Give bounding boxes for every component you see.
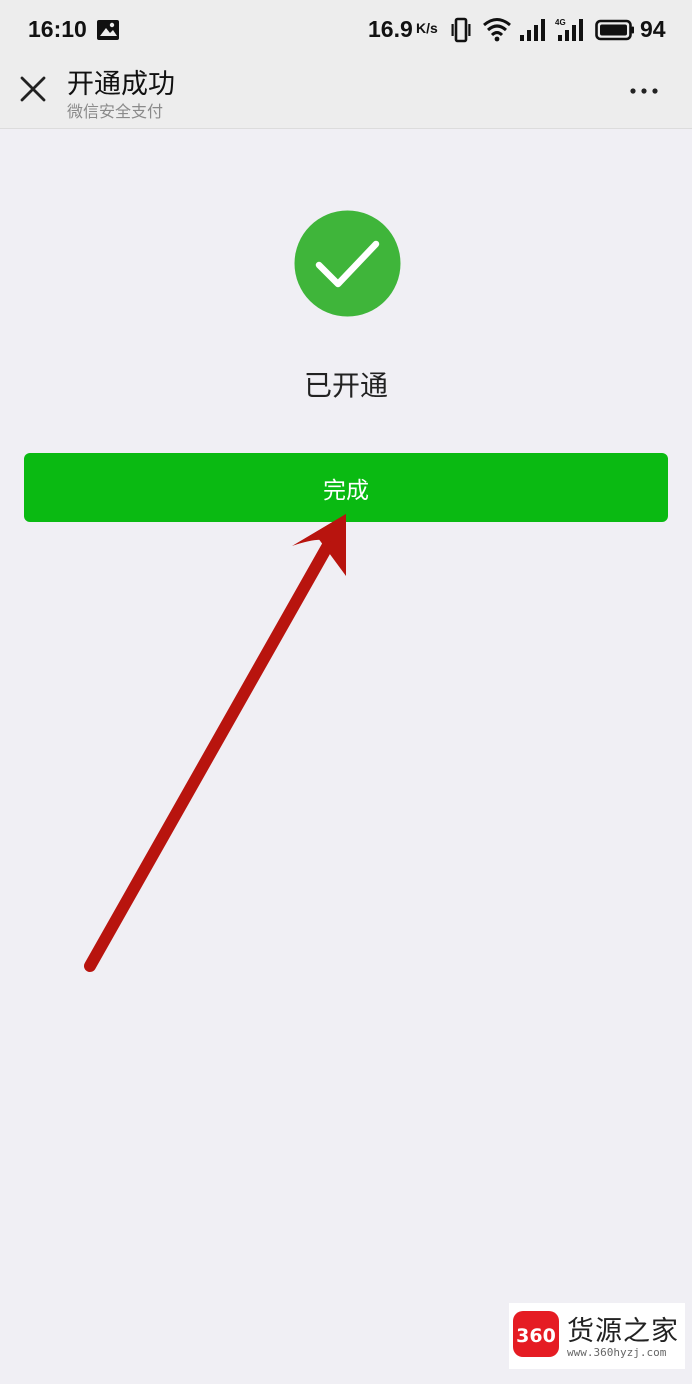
page-subtitle: 微信安全支付 [67, 102, 164, 121]
more-icon[interactable] [622, 76, 666, 106]
svg-text:4G: 4G [555, 18, 566, 27]
status-time: 16:10 [28, 16, 87, 42]
page-title: 开通成功 [67, 69, 175, 100]
360-logo: 360 [513, 1311, 559, 1357]
vibrate-icon [451, 17, 471, 43]
status-net-speed-unit: K/s [416, 20, 438, 36]
annotation-arrow [84, 514, 346, 972]
watermark-brand: 货源之家 [567, 1316, 679, 1347]
title-bar: 开通成功 微信安全支付 [0, 60, 692, 129]
signal-4g-icon: 4G [555, 18, 583, 41]
check-circle-icon [294, 210, 401, 317]
close-icon[interactable] [14, 70, 52, 108]
signal-icon [520, 19, 545, 41]
close-button[interactable] [14, 70, 52, 108]
status-battery-level: 94 [640, 16, 666, 42]
status-net-speed: 16.9 [368, 16, 413, 42]
status-bar: 16:10 16.9 K/s 4G 94 [0, 0, 692, 60]
more-button[interactable] [622, 76, 666, 106]
watermark: 360 货源之家 www.360hyzj.com [509, 1303, 685, 1369]
watermark-logo-text: 360 [516, 1325, 556, 1347]
watermark-url: www.360hyzj.com [567, 1346, 667, 1359]
battery-icon [595, 19, 634, 41]
image-notification-icon [97, 20, 119, 40]
status-text: 已开通 [303, 369, 388, 402]
wifi-icon [483, 18, 511, 42]
done-button[interactable]: 完成 [24, 453, 668, 522]
